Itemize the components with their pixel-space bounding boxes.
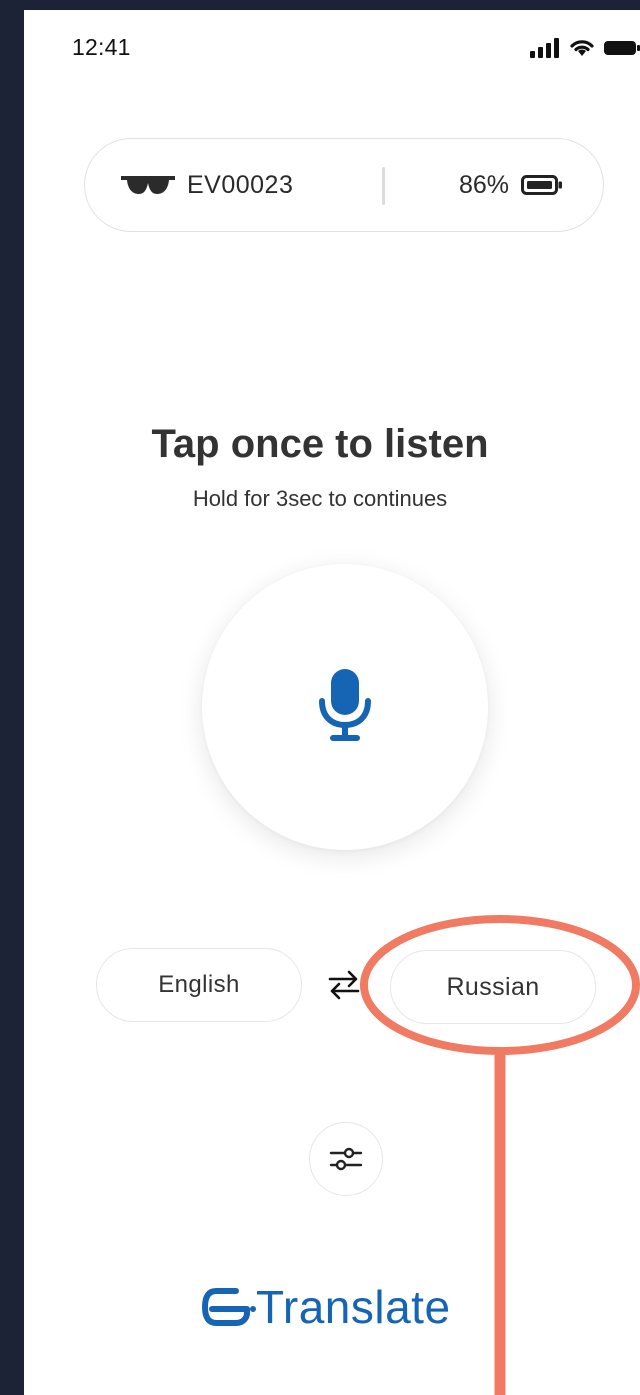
status-time: 12:41	[72, 34, 131, 60]
wifi-icon	[570, 40, 594, 56]
sliders-icon	[329, 1147, 363, 1171]
page-subtitle: Hold for 3sec to continues	[192, 486, 448, 511]
device-info: EV00023	[119, 139, 293, 231]
brand-logo: Translate	[202, 1280, 451, 1334]
sunglasses-icon	[121, 176, 175, 194]
mic-button[interactable]	[202, 564, 488, 850]
page-title: Tap once to listen	[151, 422, 489, 466]
app-screen: 12:41 EV00023 86% Tap once to listen Hol…	[24, 10, 640, 1395]
signal-icon	[530, 38, 559, 58]
target-language-button[interactable]: Russian	[390, 950, 596, 1024]
divider	[382, 167, 385, 205]
source-language-button[interactable]: English	[96, 948, 302, 1022]
device-name: EV00023	[187, 170, 294, 199]
settings-button[interactable]	[309, 1122, 383, 1196]
swap-arrows-icon[interactable]	[328, 970, 360, 1000]
status-battery-icon	[604, 41, 640, 55]
microphone-icon	[319, 669, 371, 741]
brand-name: Translate	[256, 1281, 451, 1333]
battery-icon	[521, 175, 562, 195]
battery-percentage: 86%	[458, 170, 509, 199]
logo-mark-icon	[202, 1288, 256, 1326]
device-status-pill[interactable]: EV00023 86%	[84, 138, 604, 232]
battery-info: 86%	[459, 139, 563, 231]
status-icons	[530, 38, 640, 58]
